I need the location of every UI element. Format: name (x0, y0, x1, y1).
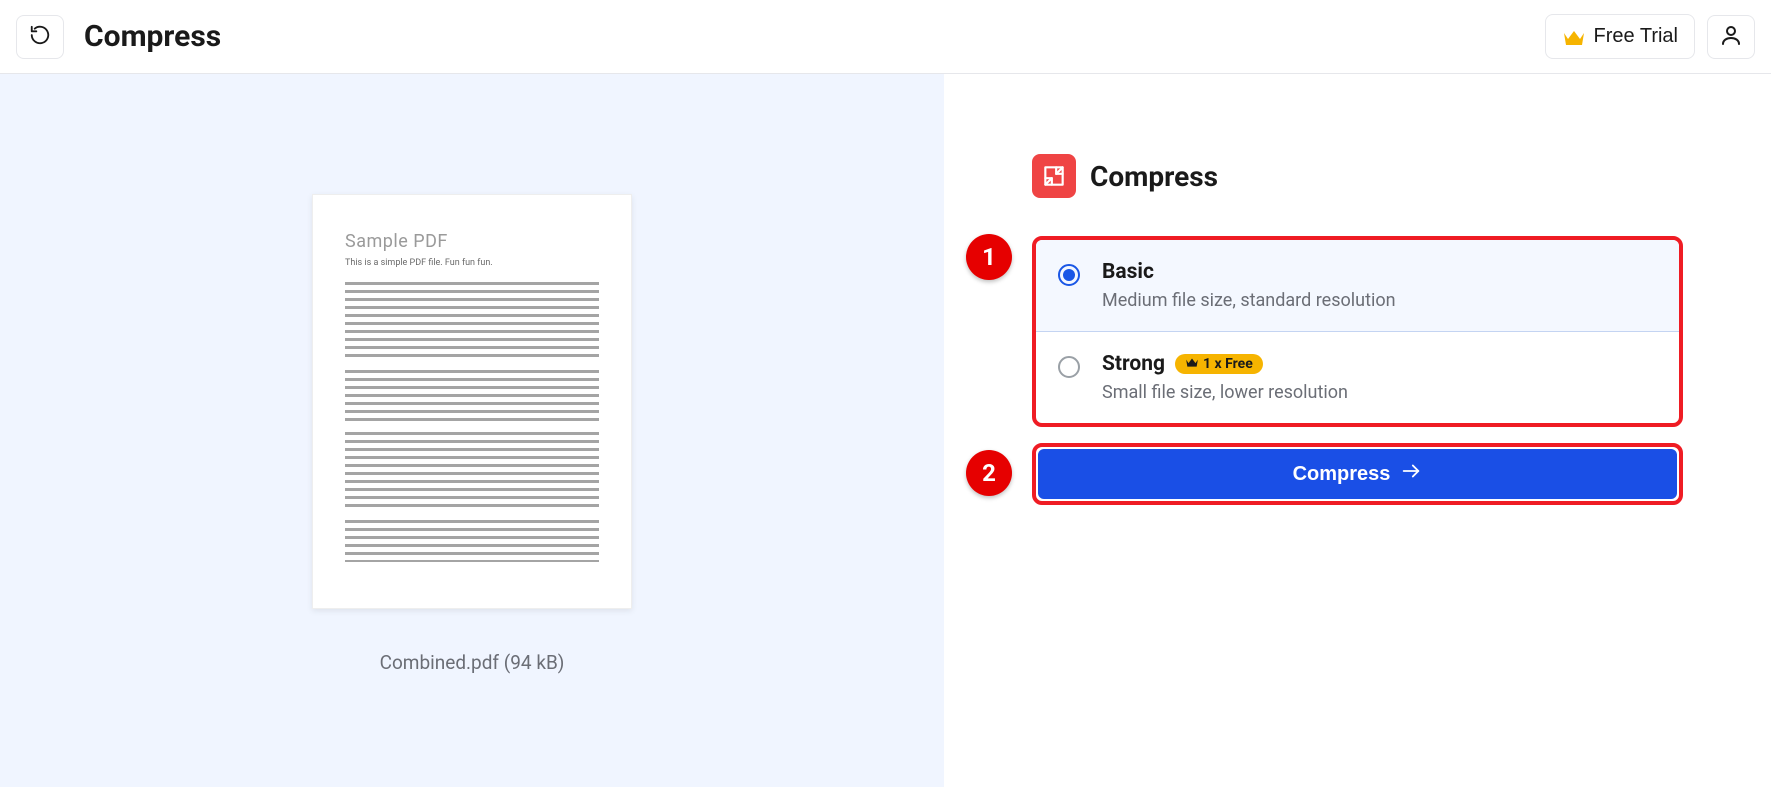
header-right: Free Trial (1545, 14, 1755, 59)
crown-icon (1562, 27, 1586, 47)
badge-text: 1 x Free (1203, 356, 1253, 372)
document-preview[interactable]: Sample PDF This is a simple PDF file. Fu… (312, 194, 632, 609)
free-trial-button[interactable]: Free Trial (1545, 14, 1695, 59)
free-badge: 1 x Free (1175, 354, 1263, 374)
step-badge-2: 2 (966, 450, 1012, 496)
file-size: (94 kB) (504, 651, 565, 674)
option-desc: Small file size, lower resolution (1102, 382, 1657, 403)
file-name: Combined.pdf (380, 651, 499, 674)
page-title: Compress (84, 19, 221, 54)
option-text-group: Strong 1 x Free Small file size, lower r… (1102, 352, 1657, 403)
doc-preview-paragraph (345, 282, 599, 360)
doc-preview-paragraph (345, 520, 599, 562)
file-label: Combined.pdf (94 kB) (380, 651, 565, 674)
compress-icon (1032, 154, 1076, 198)
preview-panel: Sample PDF This is a simple PDF file. Fu… (0, 74, 944, 787)
compress-button[interactable]: Compress (1038, 449, 1677, 499)
option-basic[interactable]: Basic Medium file size, standard resolut… (1036, 240, 1679, 332)
radio-basic[interactable] (1058, 264, 1080, 286)
doc-preview-subtitle: This is a simple PDF file. Fun fun fun. (345, 258, 599, 268)
free-trial-label: Free Trial (1594, 25, 1678, 48)
radio-strong[interactable] (1058, 356, 1080, 378)
header-left: Compress (16, 15, 221, 59)
option-title: Strong (1102, 352, 1165, 376)
option-strong[interactable]: Strong 1 x Free Small file size, lower r… (1036, 332, 1679, 423)
main: Sample PDF This is a simple PDF file. Fu… (0, 74, 1771, 787)
user-icon (1719, 23, 1743, 50)
compress-button-highlight: Compress (1032, 443, 1683, 505)
compression-options: Basic Medium file size, standard resolut… (1032, 236, 1683, 427)
account-button[interactable] (1707, 15, 1755, 59)
doc-preview-paragraph (345, 432, 599, 510)
doc-preview-title: Sample PDF (345, 231, 599, 252)
undo-icon (29, 24, 51, 49)
back-button[interactable] (16, 15, 64, 59)
doc-preview-paragraph (345, 370, 599, 422)
crown-icon (1185, 356, 1199, 372)
option-desc: Medium file size, standard resolution (1102, 290, 1657, 311)
arrow-right-icon (1400, 460, 1422, 488)
compress-button-label: Compress (1293, 463, 1391, 486)
option-text-group: Basic Medium file size, standard resolut… (1102, 260, 1657, 311)
options-panel: Compress 1 Basic Medium file size, stand… (944, 74, 1771, 787)
option-title: Basic (1102, 260, 1154, 284)
header: Compress Free Trial (0, 0, 1771, 74)
step-badge-1: 1 (966, 234, 1012, 280)
panel-title: Compress (1090, 160, 1218, 193)
panel-header: Compress (1032, 154, 1683, 198)
